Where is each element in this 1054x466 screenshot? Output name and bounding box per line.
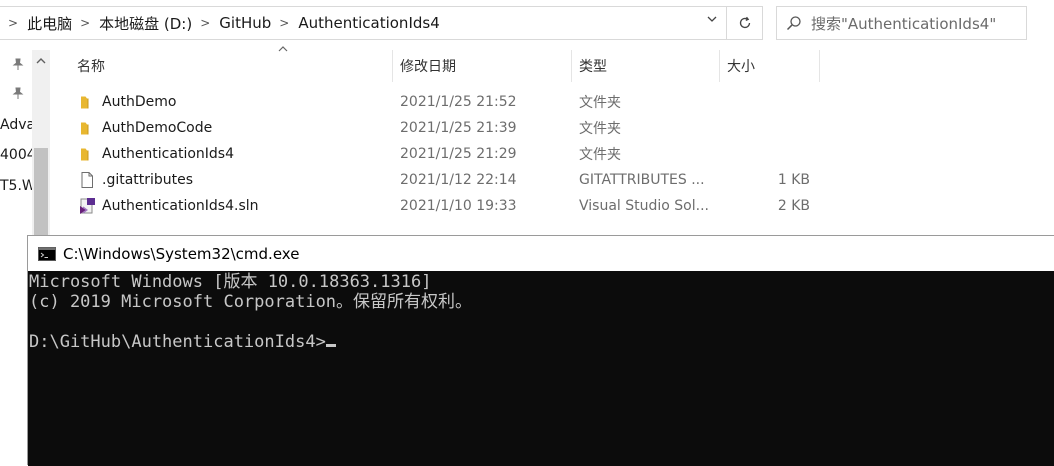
nav-scrollbar[interactable]	[32, 50, 50, 235]
file-name: AuthenticationIds4	[102, 146, 234, 162]
file-list: AuthDemo 2021/1/25 21:52 文件夹 AuthDemoCod…	[52, 89, 1054, 219]
column-divider[interactable]	[719, 50, 720, 82]
file-date: 2021/1/25 21:29	[400, 146, 517, 162]
address-row: > 此电脑 > 本地磁盘 (D:) > GitHub > Authenticat…	[0, 0, 1054, 50]
folder-icon	[78, 93, 96, 111]
file-row[interactable]: AuthenticationIds4 2021/1/25 21:29 文件夹	[52, 141, 1054, 167]
breadcrumb-chevron-icon[interactable]: >	[192, 16, 219, 30]
sort-ascending-icon	[278, 44, 288, 55]
cmd-icon	[38, 246, 56, 261]
search-input[interactable]: 搜索"AuthenticationIds4"	[776, 6, 1027, 40]
column-divider[interactable]	[819, 50, 820, 82]
breadcrumb-current-folder[interactable]: AuthenticationIds4	[298, 14, 439, 32]
scroll-thumb[interactable]	[34, 148, 48, 235]
pin-icon[interactable]	[12, 87, 24, 103]
file-date: 2021/1/10 19:33	[400, 198, 517, 214]
file-row[interactable]: AuthenticationIds4.sln 2021/1/10 19:33 V…	[52, 193, 1054, 219]
column-divider[interactable]	[392, 50, 393, 82]
file-size: 1 KB	[777, 172, 810, 188]
file-size	[720, 89, 810, 115]
nav-item[interactable]: Adva	[0, 117, 35, 133]
cmd-title-bar[interactable]: C:\Windows\System32\cmd.exe	[28, 236, 1054, 271]
breadcrumb-github[interactable]: GitHub	[219, 14, 271, 32]
text-cursor	[325, 344, 336, 347]
cmd-title: C:\Windows\System32\cmd.exe	[63, 244, 300, 263]
column-header-date[interactable]: 修改日期	[400, 50, 456, 82]
refresh-icon	[739, 16, 750, 29]
console-line: (c) 2019 Microsoft Corporation。保留所有权利。	[29, 292, 473, 312]
file-size	[720, 115, 810, 141]
column-header-size[interactable]: 大小	[727, 50, 755, 82]
file-row[interactable]: AuthDemoCode 2021/1/25 21:39 文件夹	[52, 115, 1054, 141]
prompt-text: D:\GitHub\AuthenticationIds4>	[29, 332, 326, 352]
search-placeholder: 搜索"AuthenticationIds4"	[811, 14, 997, 33]
file-size: 2 KB	[777, 198, 810, 214]
nav-item[interactable]: 4004	[0, 147, 36, 163]
folder-icon	[78, 145, 96, 163]
file-date: 2021/1/25 21:39	[400, 120, 517, 136]
file-date: 2021/1/25 21:52	[400, 94, 517, 110]
cmd-window[interactable]: C:\Windows\System32\cmd.exe Microsoft Wi…	[27, 235, 1054, 466]
console-output[interactable]: Microsoft Windows [版本 10.0.18363.1316] (…	[28, 271, 1054, 466]
folder-icon	[78, 119, 96, 137]
file-icon	[78, 171, 96, 189]
console-prompt[interactable]: D:\GitHub\AuthenticationIds4>	[29, 332, 336, 352]
file-type: Visual Studio Sol...	[579, 198, 709, 214]
column-headers: 名称 修改日期 类型 大小	[52, 46, 1054, 82]
breadcrumb-chevron-icon[interactable]: >	[72, 16, 99, 30]
column-header-name[interactable]: 名称	[77, 50, 105, 82]
file-row[interactable]: .gitattributes 2021/1/12 22:14 GITATTRIB…	[52, 167, 1054, 193]
column-header-type[interactable]: 类型	[579, 50, 607, 82]
file-name: .gitattributes	[102, 172, 194, 188]
file-type: 文件夹	[579, 147, 621, 163]
address-bar[interactable]: > 此电脑 > 本地磁盘 (D:) > GitHub > Authenticat…	[0, 6, 727, 40]
search-icon	[777, 15, 811, 31]
visual-studio-solution-icon	[78, 197, 96, 215]
console-line: Microsoft Windows [版本 10.0.18363.1316]	[29, 272, 432, 292]
file-name: AuthenticationIds4.sln	[102, 198, 259, 214]
file-name: AuthDemo	[102, 94, 177, 110]
pin-icon[interactable]	[12, 58, 24, 74]
file-type: 文件夹	[579, 95, 621, 111]
file-type: 文件夹	[579, 121, 621, 137]
file-date: 2021/1/12 22:14	[400, 172, 517, 188]
file-name: AuthDemoCode	[102, 120, 213, 136]
breadcrumb-chevron-icon[interactable]: >	[0, 16, 27, 30]
address-dropdown-icon[interactable]	[706, 13, 718, 28]
file-size	[720, 141, 810, 167]
nav-item[interactable]: T5.W	[0, 178, 36, 194]
breadcrumb-this-pc[interactable]: 此电脑	[27, 13, 72, 34]
refresh-button[interactable]	[727, 6, 763, 40]
file-type: GITATTRIBUTES ...	[579, 172, 705, 188]
breadcrumb-local-disk[interactable]: 本地磁盘 (D:)	[99, 13, 192, 34]
column-divider[interactable]	[571, 50, 572, 82]
breadcrumb-chevron-icon[interactable]: >	[271, 16, 298, 30]
file-row[interactable]: AuthDemo 2021/1/25 21:52 文件夹	[52, 89, 1054, 115]
scroll-up-icon[interactable]	[32, 50, 50, 72]
